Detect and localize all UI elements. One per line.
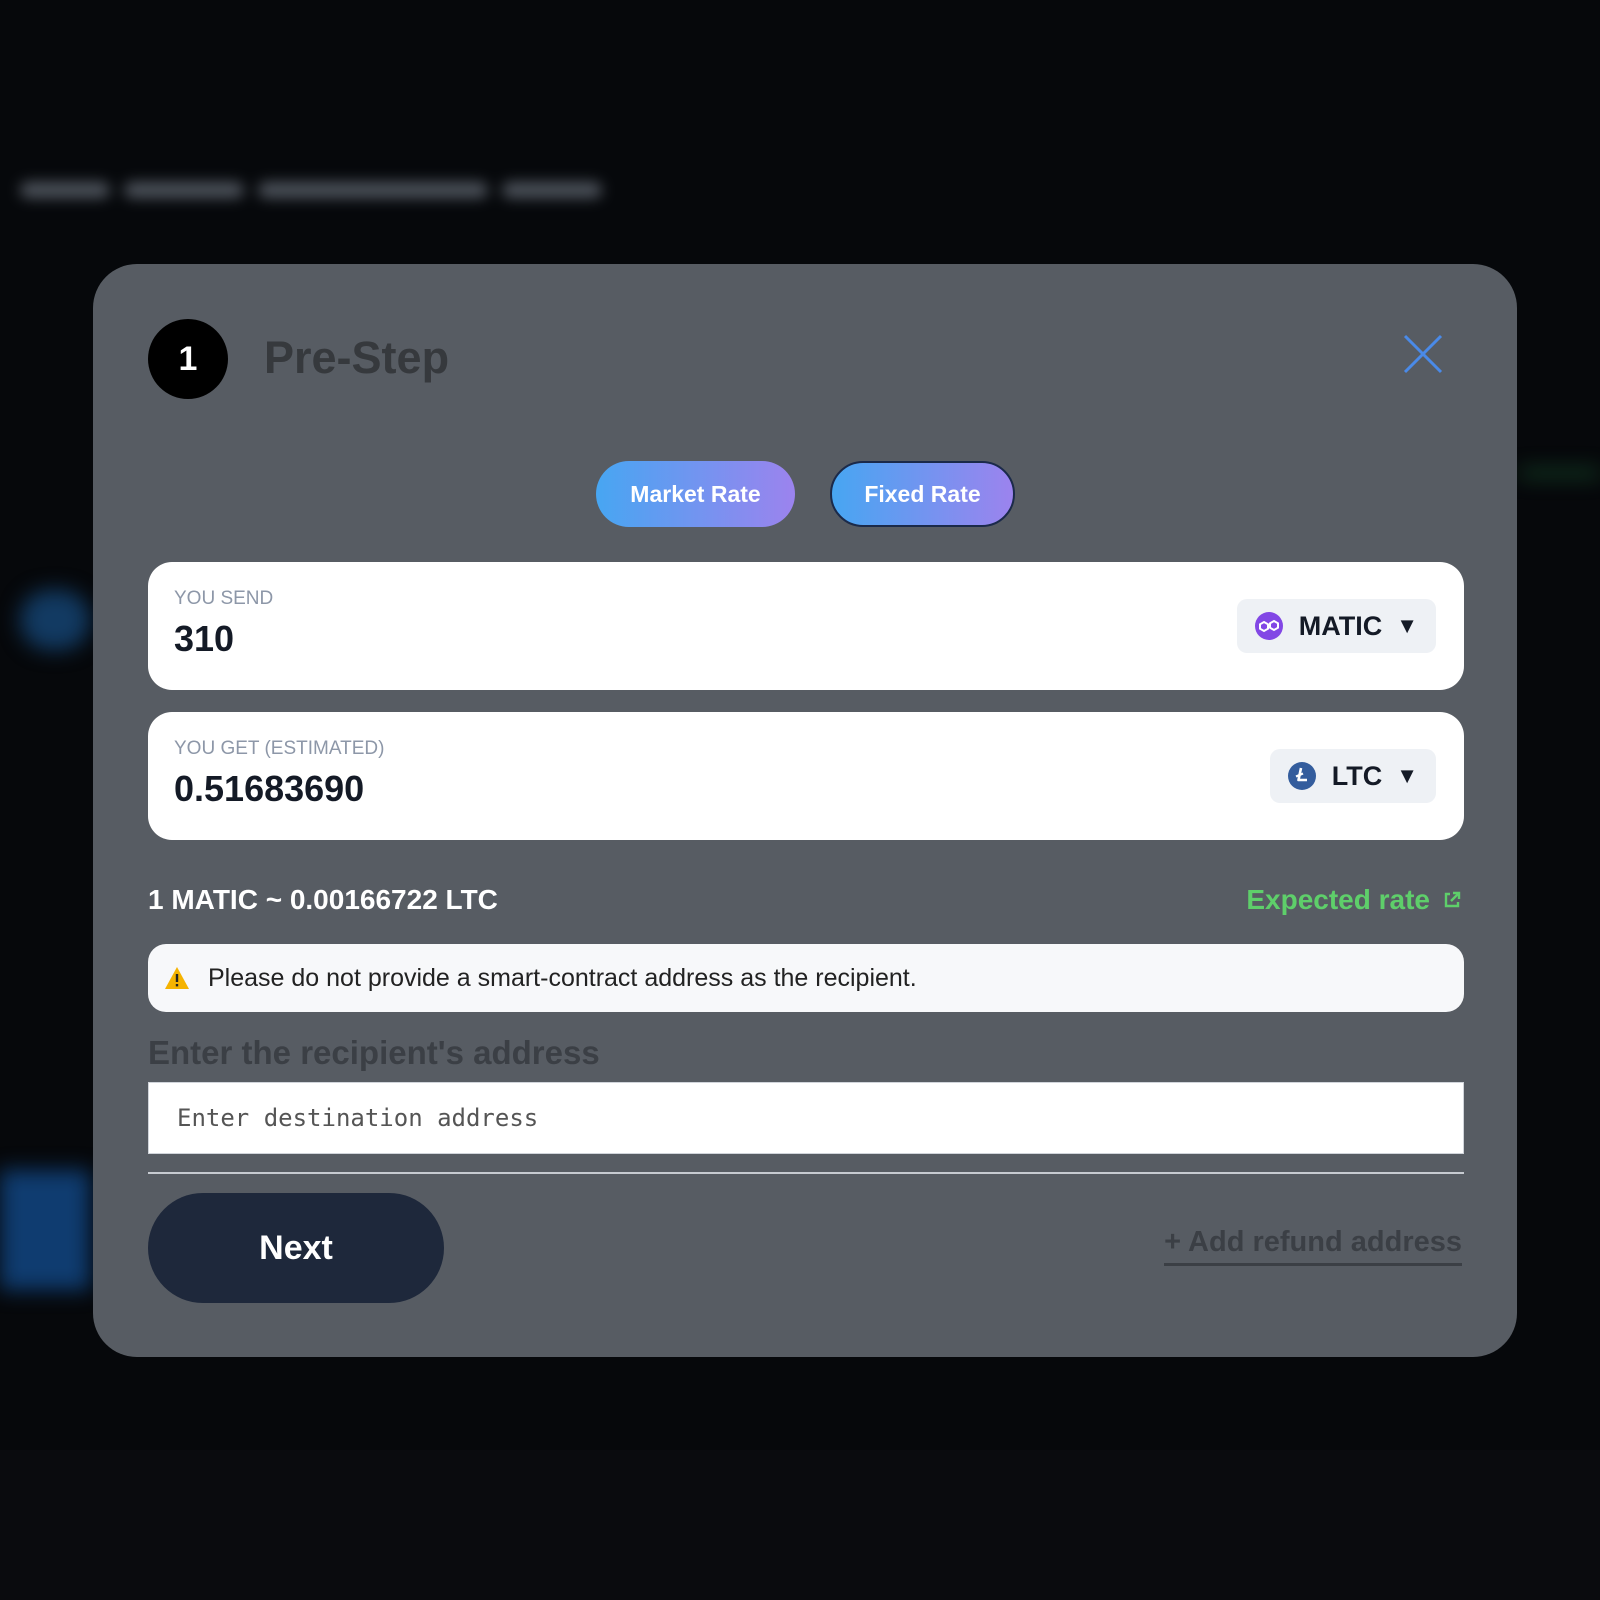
expected-rate-link[interactable]: Expected rate [1246, 884, 1462, 916]
pre-step-modal: 1 Pre-Step Market Rate Fixed Rate YOU SE… [93, 264, 1517, 1357]
step-number-badge: 1 [148, 319, 228, 399]
get-coin-select[interactable]: LTC ▼ [1269, 749, 1436, 803]
backdrop-blue-button [0, 1170, 90, 1290]
external-link-icon [1444, 891, 1461, 908]
divider [148, 1172, 1464, 1174]
close-icon [1403, 334, 1443, 374]
get-label: YOU GET (ESTIMATED) [174, 738, 385, 759]
backdrop-bottom [0, 1450, 1600, 1600]
close-button[interactable] [1401, 332, 1445, 376]
chevron-down-icon: ▼ [1396, 763, 1418, 788]
send-amount-value[interactable]: 310 [174, 618, 234, 660]
recipient-address-heading: Enter the recipient's address [148, 1034, 600, 1071]
fixed-rate-button[interactable]: Fixed Rate [830, 461, 1015, 527]
send-label: YOU SEND [174, 588, 274, 609]
backdrop-green-line [1520, 470, 1600, 476]
litecoin-icon [1287, 762, 1316, 790]
modal-title: Pre-Step [264, 332, 450, 383]
send-coin-select[interactable]: MATIC ▼ [1236, 599, 1436, 653]
warning-text: Please do not provide a smart-contract a… [208, 963, 917, 992]
smart-contract-warning: Please do not provide a smart-contract a… [148, 944, 1464, 1012]
get-amount-box[interactable]: YOU GET (ESTIMATED) 0.51683690 LTC ▼ [148, 712, 1464, 840]
recipient-address-input[interactable] [148, 1082, 1464, 1154]
get-coin-name: LTC [1331, 760, 1383, 791]
expected-rate-label: Expected rate [1246, 884, 1430, 915]
backdrop-blue-pill [20, 590, 90, 650]
exchange-rate-text: 1 MATIC ~ 0.00166722 LTC [148, 884, 498, 915]
add-refund-address-link[interactable]: + Add refund address [1164, 1226, 1462, 1266]
backdrop-nav-blurred [20, 170, 680, 210]
polygon-icon [1254, 612, 1283, 640]
send-coin-name: MATIC [1298, 610, 1383, 641]
chevron-down-icon: ▼ [1396, 613, 1418, 638]
warning-icon [165, 967, 189, 989]
market-rate-button[interactable]: Market Rate [596, 461, 795, 527]
get-amount-value: 0.51683690 [174, 768, 365, 809]
next-button[interactable]: Next [148, 1193, 444, 1303]
send-amount-box[interactable]: YOU SEND 310 MATIC ▼ [148, 562, 1464, 690]
